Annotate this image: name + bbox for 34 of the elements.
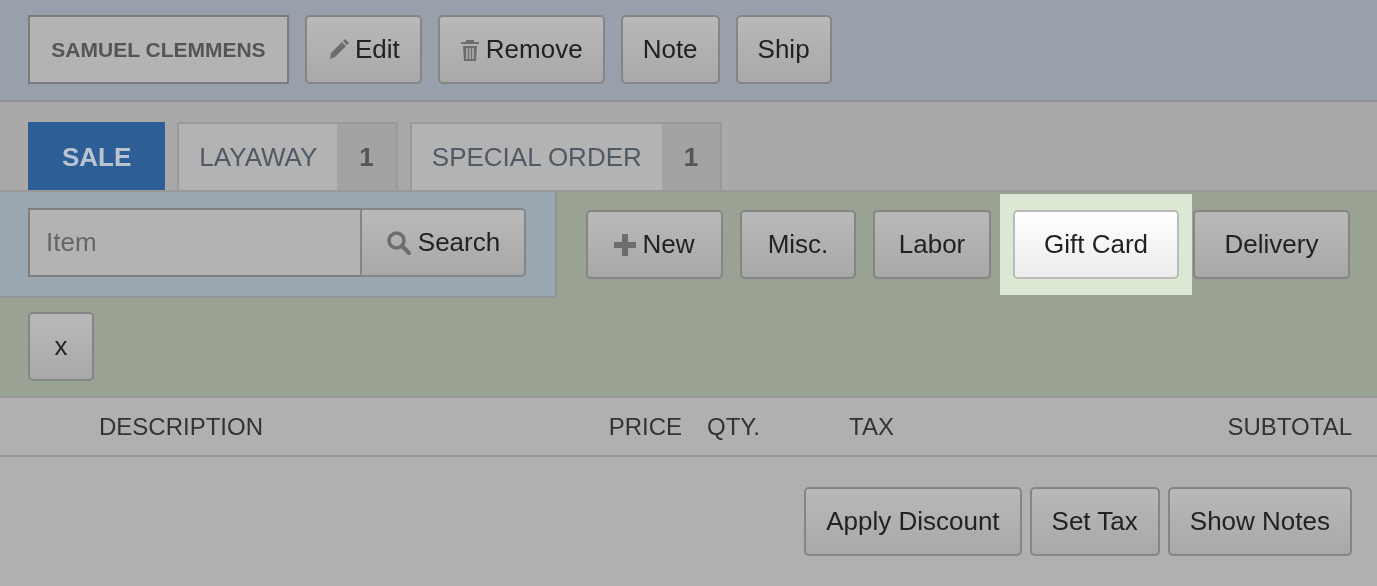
- item-search-field[interactable]: Item: [28, 208, 360, 277]
- action-button[interactable]: Edit: [305, 15, 422, 84]
- action-button[interactable]: Remove: [437, 15, 605, 84]
- tab[interactable]: SALE: [28, 122, 166, 190]
- tab-label: SPECIAL ORDER: [430, 140, 643, 174]
- customer-name[interactable]: SAMUEL CLEMMENS: [28, 15, 289, 84]
- footer-button[interactable]: Set Tax: [1029, 487, 1160, 556]
- count-badge: 1: [661, 124, 721, 190]
- add-item-button[interactable]: Gift Card: [1013, 210, 1179, 279]
- count-badge: 1: [337, 124, 396, 190]
- column-header: TAX: [849, 412, 895, 441]
- plus-icon: [614, 233, 637, 256]
- action-button[interactable]: Note: [620, 15, 720, 84]
- button-label: New: [642, 229, 695, 260]
- button-label: Remove: [485, 34, 583, 65]
- add-item-button[interactable]: Delivery: [1193, 210, 1350, 279]
- column-header: PRICE: [607, 412, 682, 441]
- action-button[interactable]: Ship: [735, 15, 832, 84]
- trash-icon: [459, 37, 480, 62]
- column-header: DESCRIPTION: [99, 412, 264, 441]
- column-header: SUBTOTAL: [1226, 412, 1352, 441]
- add-item-button[interactable]: Labor: [873, 210, 991, 279]
- footer-button[interactable]: Show Notes: [1167, 487, 1352, 556]
- search-button[interactable]: Search: [360, 208, 526, 277]
- tab-label: LAYAWAY: [198, 140, 319, 174]
- button-label: Edit: [355, 34, 400, 65]
- clear-button[interactable]: x: [28, 312, 94, 381]
- add-item-button[interactable]: New: [586, 210, 723, 279]
- footer-button[interactable]: Apply Discount: [804, 487, 1022, 556]
- add-item-button[interactable]: Misc.: [740, 210, 856, 279]
- search-icon: [385, 229, 412, 256]
- pencil-icon: [327, 37, 349, 62]
- column-header: QTY.: [706, 412, 761, 441]
- button-label: Search: [417, 227, 501, 258]
